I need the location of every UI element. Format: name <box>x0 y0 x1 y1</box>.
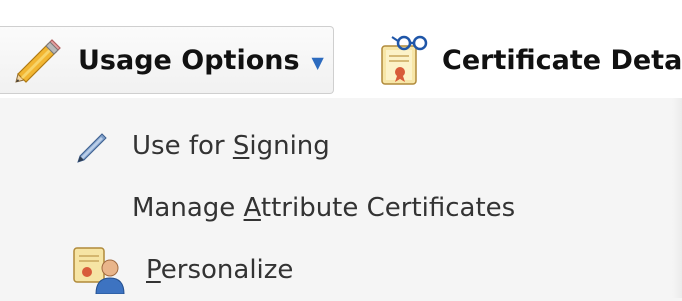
menu-item-manage-attribute-certificates[interactable]: Manage Attribute Certificates <box>0 178 672 238</box>
menu-edge <box>672 98 682 298</box>
certificate-details-label: Certificate Deta <box>442 44 682 76</box>
menu-item-personalize[interactable]: Personalize <box>0 240 672 300</box>
usage-options-button[interactable]: Usage Options ▼ <box>0 26 334 94</box>
menu-item-use-for-signing[interactable]: Use for Signing <box>0 116 672 176</box>
usage-options-menu: Use for Signing Manage Attribute Certifi… <box>0 98 682 298</box>
pencil-icon <box>10 34 62 86</box>
certificate-details-button[interactable]: Certificate Deta <box>376 26 682 94</box>
manage-attribute-certificates-label: Manage Attribute Certificates <box>132 193 516 223</box>
personalize-icon <box>70 246 130 295</box>
toolbar: Usage Options ▼ Certificate Deta <box>0 0 682 98</box>
use-for-signing-label: Use for Signing <box>132 131 330 161</box>
usage-options-label: Usage Options <box>78 44 300 76</box>
personalize-label: Personalize <box>146 255 294 285</box>
pen-icon <box>74 130 110 166</box>
certificate-glasses-icon <box>376 32 432 88</box>
chevron-down-icon[interactable]: ▼ <box>312 53 324 72</box>
